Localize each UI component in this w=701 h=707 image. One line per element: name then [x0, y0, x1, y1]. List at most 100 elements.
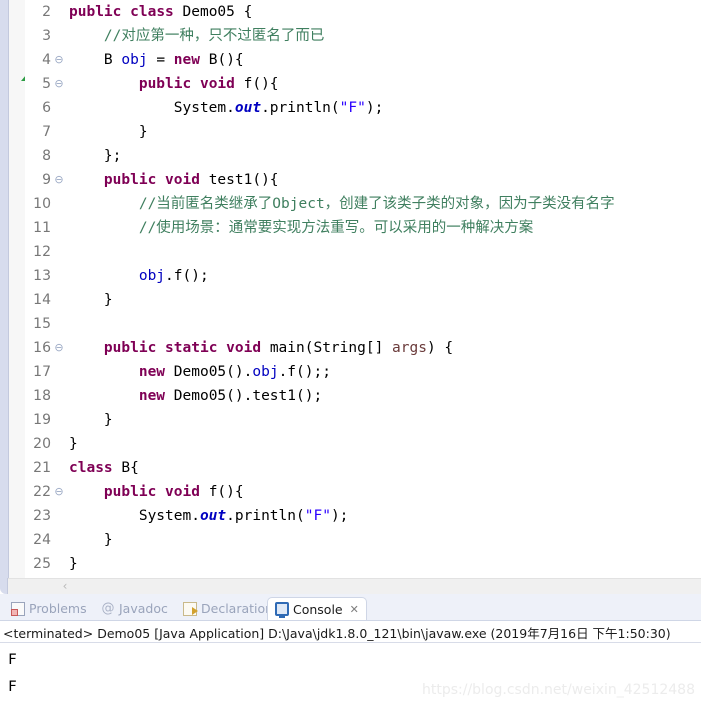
line-number: 17: [33, 364, 51, 380]
line-number: 21: [33, 460, 51, 476]
token-plain: ) {: [426, 340, 454, 356]
code-line-text[interactable]: public class Demo05 {: [69, 0, 252, 24]
editor-left-border-strip: [0, 0, 9, 578]
code-line-text[interactable]: }: [69, 408, 113, 432]
view-tab-bar[interactable]: Problems @ Javadoc Declaration Console ✕: [0, 594, 701, 620]
line-number: 19: [33, 412, 51, 428]
fold-toggle-icon[interactable]: ⊖: [53, 48, 65, 72]
token-plain: B: [69, 52, 122, 68]
code-line-text[interactable]: public static void main(String[] args) {: [69, 336, 453, 360]
token-cmt: //使用场景：通常要实现方法重写。可以采用的一种解决方案: [69, 220, 534, 236]
code-line-text[interactable]: System.out.println("F");: [69, 504, 349, 528]
code-line[interactable]: 9 ⊖ public void test1(){: [25, 168, 701, 192]
code-line-text[interactable]: public void f(){: [69, 480, 244, 504]
code-line-text[interactable]: public void test1(){: [69, 168, 279, 192]
tab-label: Console: [293, 601, 343, 617]
close-icon[interactable]: ✕: [350, 603, 359, 616]
code-line[interactable]: 23 System.out.println("F");: [25, 504, 701, 528]
code-line-text[interactable]: obj.f();: [69, 264, 209, 288]
line-number: 6: [42, 100, 51, 116]
problems-icon: [11, 601, 25, 616]
code-line-text[interactable]: B obj = new B(){: [69, 48, 244, 72]
token-cmt: //对应第一种，只不过匿名了而已: [69, 28, 325, 44]
console-icon: [275, 602, 289, 618]
code-line[interactable]: 5 ⊖ public void f(){: [25, 72, 701, 96]
token-kw: public: [103, 340, 157, 356]
code-line-text[interactable]: class B{: [69, 456, 139, 480]
fold-toggle-icon[interactable]: ⊖: [53, 72, 65, 96]
code-line[interactable]: 7 }: [25, 120, 701, 144]
code-line[interactable]: 17 new Demo05().obj.f();;: [25, 360, 701, 384]
code-line[interactable]: 14 }: [25, 288, 701, 312]
code-line[interactable]: 20}: [25, 432, 701, 456]
code-line[interactable]: 13 obj.f();: [25, 264, 701, 288]
tab-console[interactable]: Console ✕: [267, 597, 367, 620]
token-plain: B{: [112, 460, 139, 476]
token-kw: new: [173, 52, 200, 68]
code-line[interactable]: 10 //当前匿名类继承了Object，创建了该类子类的对象，因为子类没有名字: [25, 192, 701, 216]
code-line[interactable]: 6 System.out.println("F");: [25, 96, 701, 120]
editor-horizontal-scrollbar[interactable]: ‹: [8, 578, 701, 594]
annotation-ruler[interactable]: [9, 0, 31, 578]
token-plain: B(){: [200, 52, 244, 68]
token-cmt: //当前匿名类继承了Object，创建了该类子类的对象，因为子类没有名字: [69, 196, 615, 212]
code-line-text[interactable]: }: [69, 288, 113, 312]
line-number: 25: [33, 556, 51, 572]
line-number: 10: [33, 196, 51, 212]
tab-problems[interactable]: Problems: [4, 597, 94, 620]
code-line-text[interactable]: }: [69, 552, 78, 576]
java-editor-panel[interactable]: 2 public class Demo05 {3 //对应第一种，只不过匿名了而已…: [0, 0, 701, 594]
code-line[interactable]: 11 //使用场景：通常要实现方法重写。可以采用的一种解决方案: [25, 216, 701, 240]
code-line-text[interactable]: //对应第一种，只不过匿名了而已: [69, 24, 324, 48]
code-line-text[interactable]: }: [69, 432, 78, 456]
token-kw: public: [138, 76, 192, 92]
line-number: 23: [33, 508, 51, 524]
fold-toggle-icon[interactable]: ⊖: [53, 168, 65, 192]
line-number: 20: [33, 436, 51, 452]
token-kw: class: [69, 460, 113, 476]
token-plain: }: [69, 436, 78, 452]
code-line[interactable]: 2 public class Demo05 {: [25, 0, 701, 24]
code-line[interactable]: 22 ⊖ public void f(){: [25, 480, 701, 504]
token-plain: .println(: [261, 100, 340, 116]
code-line-text[interactable]: //当前匿名类继承了Object，创建了该类子类的对象，因为子类没有名字: [69, 192, 615, 216]
code-line-text[interactable]: }: [69, 120, 148, 144]
code-line-text[interactable]: new Demo05().test1();: [69, 384, 322, 408]
code-line[interactable]: 21 class B{: [25, 456, 701, 480]
console-process-status: <terminated> Demo05 [Java Application] D…: [3, 626, 671, 641]
tab-declaration[interactable]: Declaration: [176, 597, 280, 620]
fold-toggle-icon[interactable]: ⊖: [53, 480, 65, 504]
code-line-text[interactable]: public void f(){: [69, 72, 279, 96]
line-number: 18: [33, 388, 51, 404]
code-line-text[interactable]: }: [69, 528, 113, 552]
code-line-text[interactable]: };: [69, 144, 121, 168]
bottom-view-stack[interactable]: Problems @ Javadoc Declaration Console ✕ <ter…: [0, 594, 701, 707]
code-line[interactable]: 3 //对应第一种，只不过匿名了而已: [25, 24, 701, 48]
code-line[interactable]: 25}: [25, 552, 701, 576]
code-line[interactable]: 16 ⊖ public static void main(String[] arg…: [25, 336, 701, 360]
code-line[interactable]: 24 }: [25, 528, 701, 552]
scroll-left-arrow-icon[interactable]: ‹: [58, 579, 72, 594]
code-line[interactable]: 19 }: [25, 408, 701, 432]
fold-toggle-icon[interactable]: ⊖: [53, 336, 65, 360]
code-line[interactable]: 12: [25, 240, 701, 264]
code-line[interactable]: 15: [25, 312, 701, 336]
code-line[interactable]: 4 ⊖ B obj = new B(){: [25, 48, 701, 72]
code-line[interactable]: 18 new Demo05().test1();: [25, 384, 701, 408]
token-kw: public: [103, 172, 157, 188]
code-line-text[interactable]: //使用场景：通常要实现方法重写。可以采用的一种解决方案: [69, 216, 533, 240]
code-line-text[interactable]: System.out.println("F");: [69, 96, 384, 120]
code-line-text[interactable]: new Demo05().obj.f();;: [69, 360, 331, 384]
token-plain: .println(: [226, 508, 305, 524]
tab-javadoc[interactable]: @ Javadoc: [94, 597, 175, 620]
console-divider: [0, 642, 701, 643]
declaration-icon: [183, 601, 198, 616]
code-line[interactable]: 8 };: [25, 144, 701, 168]
code-surface[interactable]: 2 public class Demo05 {3 //对应第一种，只不过匿名了而已…: [25, 0, 701, 578]
